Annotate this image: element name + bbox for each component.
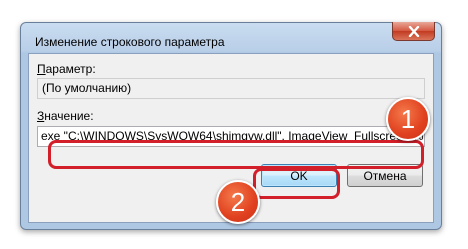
step-2-badge: 2: [216, 180, 260, 224]
ok-button-highlight: [253, 168, 340, 199]
dialog-title: Изменение строкового параметра: [35, 35, 225, 49]
value-name-field: (По умолчанию): [37, 78, 425, 99]
close-icon: [408, 25, 419, 37]
value-data-label: Значение:: [37, 109, 94, 123]
step-1-badge: 1: [386, 97, 430, 141]
value-name-label: Параметр:: [37, 62, 96, 76]
value-field-highlight: [48, 140, 424, 169]
close-button[interactable]: [392, 22, 435, 41]
